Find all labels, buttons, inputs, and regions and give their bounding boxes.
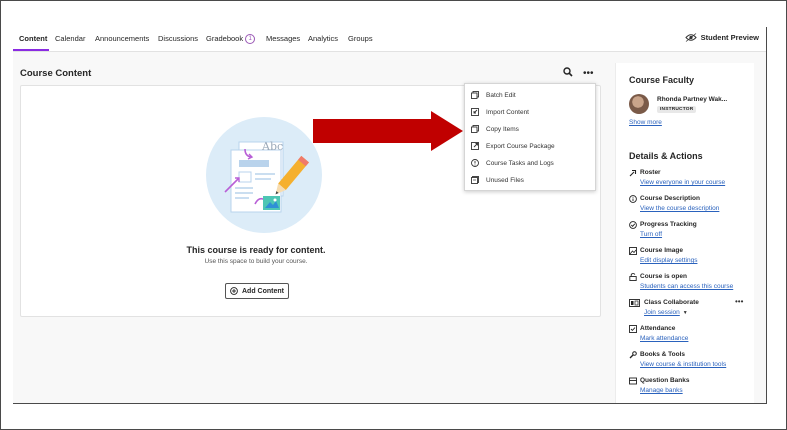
info-icon (629, 195, 637, 203)
import-icon (471, 108, 479, 116)
tab-analytics[interactable]: Analytics (308, 34, 338, 43)
course-faculty-heading: Course Faculty (629, 75, 695, 85)
search-icon[interactable] (563, 67, 573, 77)
course-details-sidebar: Course Faculty Rhonda Partney Wak... INS… (615, 63, 754, 403)
tools-icon (629, 351, 637, 359)
tab-gradebook-label: Gradebook (206, 34, 244, 43)
lock-open-icon (629, 273, 637, 281)
export-icon (471, 142, 479, 150)
roster-icon (629, 169, 637, 177)
empty-course-illustration: Abc (206, 117, 322, 233)
tab-discussions[interactable]: Discussions (158, 34, 198, 43)
detail-link[interactable]: Join session ▼ (644, 309, 688, 316)
tab-groups[interactable]: Groups (348, 34, 373, 43)
gradebook-badge: 1 (245, 34, 256, 45)
more-options-icon[interactable]: ••• (583, 68, 594, 79)
active-tab-indicator (13, 49, 49, 51)
attendance-icon (629, 325, 637, 333)
tab-announcements[interactable]: Announcements (95, 34, 149, 43)
menu-item-copy-items[interactable]: Copy Items (471, 122, 519, 136)
more-options-icon[interactable]: ••• (735, 297, 743, 306)
copy-icon (471, 125, 479, 133)
detail-title: Class Collaborate (644, 299, 699, 306)
show-more-link[interactable]: Show more (629, 119, 662, 126)
menu-item-batch-edit[interactable]: Batch Edit (471, 88, 516, 102)
detail-title: Roster (640, 169, 661, 176)
detail-title: Books & Tools (640, 351, 686, 358)
empty-state-title: This course is ready for content. (186, 245, 326, 255)
batch-edit-icon (471, 91, 479, 99)
banks-icon (629, 377, 637, 385)
tab-messages[interactable]: Messages (266, 34, 300, 43)
red-arrow-annotation (313, 111, 463, 151)
instructor-badge: INSTRUCTOR (657, 106, 697, 113)
empty-state-subtitle: Use this space to build your course. (204, 258, 308, 265)
detail-link[interactable]: View course & institution tools (640, 361, 726, 368)
detail-title: Course Image (640, 247, 683, 254)
detail-link[interactable]: Manage banks (640, 387, 683, 394)
course-content-options-menu: Batch Edit Import Content Copy Items Exp… (464, 83, 596, 191)
menu-item-label: Unused Files (486, 176, 524, 184)
menu-item-label: Import Content (486, 108, 529, 116)
image-icon (629, 247, 637, 255)
tab-calendar[interactable]: Calendar (55, 34, 85, 43)
add-content-button[interactable]: Add Content (225, 283, 289, 299)
files-icon (471, 176, 479, 184)
avatar[interactable] (629, 94, 649, 114)
detail-title: Course Description (640, 195, 700, 202)
detail-link[interactable]: Turn off (640, 231, 662, 238)
faculty-name[interactable]: Rhonda Partney Wak... (657, 96, 727, 103)
menu-item-course-tasks-logs[interactable]: Course Tasks and Logs (471, 156, 554, 170)
student-preview-label: Student Preview (700, 33, 759, 42)
menu-item-unused-files[interactable]: Unused Files (471, 173, 524, 187)
illustration-abc-text: Abc (261, 140, 283, 153)
tab-content[interactable]: Content (19, 34, 47, 43)
chevron-down-icon[interactable]: ▼ (683, 310, 688, 316)
detail-link[interactable]: Edit display settings (640, 257, 697, 264)
menu-item-import-content[interactable]: Import Content (471, 105, 529, 119)
detail-title: Attendance (640, 325, 676, 332)
check-icon (629, 221, 637, 229)
student-preview-button[interactable]: Student Preview (684, 33, 759, 42)
tab-gradebook[interactable]: Gradebook 1 (206, 34, 256, 45)
menu-item-label: Export Course Package (486, 142, 555, 150)
join-session-label: Join session (644, 309, 680, 316)
collaborate-icon (629, 299, 641, 307)
detail-link[interactable]: View the course description (640, 205, 719, 212)
add-circle-icon (230, 287, 238, 295)
info-icon (471, 159, 479, 167)
add-content-label: Add Content (242, 287, 284, 295)
app-window: Content Calendar Announcements Discussio… (13, 27, 767, 404)
detail-link[interactable]: Mark attendance (640, 335, 688, 342)
menu-item-label: Course Tasks and Logs (486, 159, 554, 167)
course-content-heading: Course Content (20, 68, 92, 79)
menu-item-label: Batch Edit (486, 91, 516, 99)
menu-item-label: Copy Items (486, 125, 519, 133)
menu-item-export-course-package[interactable]: Export Course Package (471, 139, 555, 153)
detail-link[interactable]: View everyone in your course (640, 179, 725, 186)
detail-title: Course is open (640, 273, 687, 280)
detail-link[interactable]: Students can access this course (640, 283, 733, 290)
detail-title: Progress Tracking (640, 221, 697, 228)
details-actions-heading: Details & Actions (629, 151, 703, 161)
detail-title: Question Banks (640, 377, 690, 384)
student-preview-icon (684, 33, 697, 42)
course-tab-bar: Content Calendar Announcements Discussio… (13, 27, 766, 52)
